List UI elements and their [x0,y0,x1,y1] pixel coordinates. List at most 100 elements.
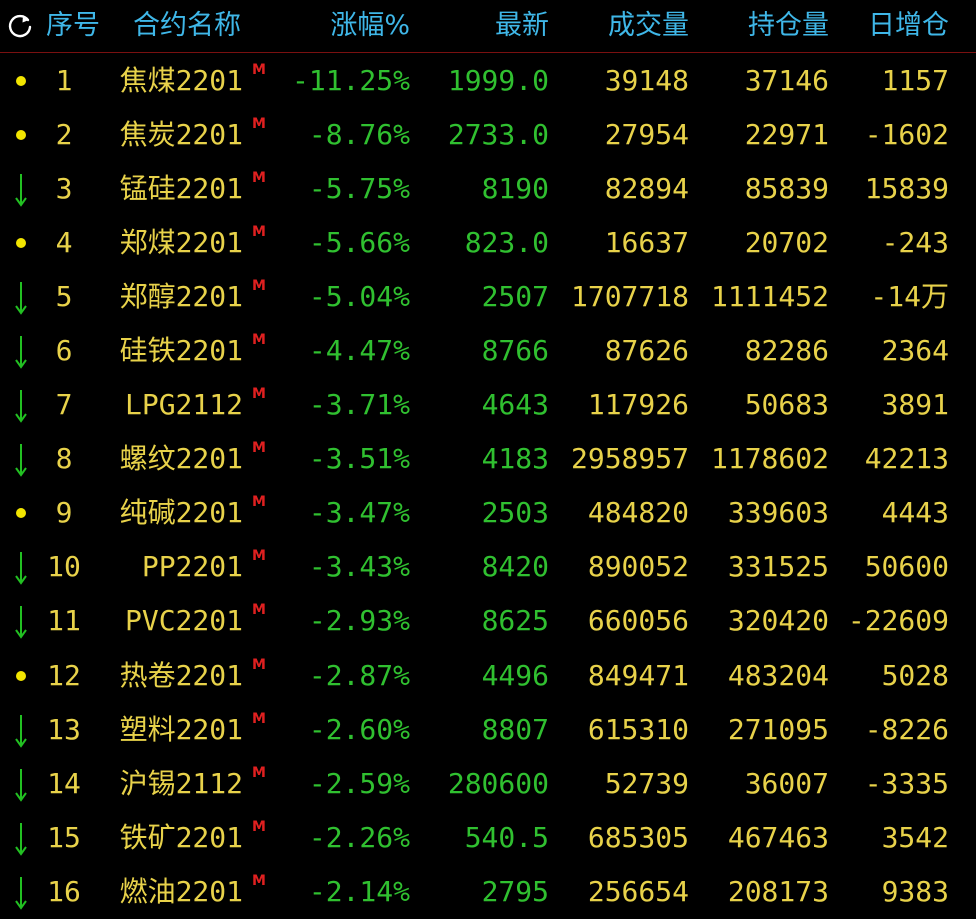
row-seq: 3 [55,172,73,206]
table-header: 序号 合约名称 涨幅% 最新 成交量 持仓量 日增仓 [0,0,976,53]
column-header-name[interactable]: 合约名称 [133,4,241,48]
refresh-icon[interactable] [6,12,34,40]
row-volume: 484820 [587,496,689,530]
row-status-mark [8,594,32,648]
row-open-interest: 22971 [744,118,829,152]
table-row[interactable]: 14 沪锡2112 M -2.59% 280600 52739 36007 -3… [0,757,976,811]
table-row[interactable]: 7 LPG2112 M -3.71% 4643 117926 50683 389… [0,378,976,432]
table-row[interactable]: 15 铁矿2201 M -2.26% 540.5 685305 467463 3… [0,811,976,865]
main-contract-badge: M [252,602,266,619]
table-row[interactable]: 4 郑煤2201 M -5.66% 823.0 16637 20702 -243 [0,216,976,270]
down-arrow-icon [15,444,27,478]
row-volume: 27954 [604,118,689,152]
row-volume: 82894 [604,172,689,206]
row-daily-oi-change: 9383 [881,874,949,908]
row-last-price: 4496 [481,658,549,692]
table-row[interactable]: 3 锰硅2201 M -5.75% 8190 82894 85839 15839 [0,162,976,216]
row-last-price: 8625 [481,604,549,638]
row-open-interest: 82286 [744,334,829,368]
main-contract-badge: M [252,224,266,241]
row-status-mark [8,162,32,216]
main-contract-badge: M [252,710,266,727]
down-arrow-icon [15,552,27,586]
row-last-price: 2733.0 [447,118,549,152]
main-contract-badge: M [252,332,266,349]
column-header-seq[interactable]: 序号 [46,4,100,48]
row-daily-oi-change: 3891 [881,388,949,422]
table-row[interactable]: 1 焦煤2201 M -11.25% 1999.0 39148 37146 11… [0,54,976,108]
column-header-daily-oi-change[interactable]: 日增仓 [868,4,949,48]
table-row[interactable]: 13 塑料2201 M -2.60% 8807 615310 271095 -8… [0,703,976,757]
row-seq: 1 [55,64,73,97]
down-arrow-icon [15,768,27,802]
table-row[interactable]: 9 纯碱2201 M -3.47% 2503 484820 339603 444… [0,486,976,540]
row-seq: 7 [55,388,73,422]
row-daily-oi-change: 4443 [881,496,949,530]
table-row[interactable]: 8 螺纹2201 M -3.51% 4183 2958957 1178602 4… [0,432,976,486]
row-last-price: 4643 [481,388,549,422]
main-contract-badge: M [252,548,266,565]
row-last-price: 2795 [481,874,549,908]
row-last-price: 8420 [481,550,549,584]
row-change-pct: -2.93% [308,604,410,638]
table-row[interactable]: 11 PVC2201 M -2.93% 8625 660056 320420 -… [0,594,976,648]
row-seq: 9 [55,496,73,530]
row-contract-name: 沪锡2112 [119,766,243,800]
row-last-price: 280600 [447,766,549,800]
row-change-pct: -2.14% [308,874,410,908]
row-last-price: 4183 [481,442,549,476]
column-header-open-interest[interactable]: 持仓量 [748,4,829,48]
table-row[interactable]: 2 焦炭2201 M -8.76% 2733.0 27954 22971 -16… [0,108,976,162]
row-contract-name: 纯碱2201 [119,496,243,530]
main-contract-badge: M [252,62,266,78]
down-arrow-icon [15,876,27,910]
main-contract-badge: M [252,764,266,781]
status-dot-icon [16,238,26,249]
column-header-change-pct[interactable]: 涨幅% [330,4,410,48]
row-seq: 8 [55,442,73,476]
row-volume: 256654 [587,874,689,908]
row-volume: 849471 [587,658,689,692]
row-status-mark [8,703,32,757]
row-status-mark [8,216,32,270]
row-volume: 2958957 [570,442,689,476]
row-change-pct: -2.60% [308,712,410,746]
column-header-last[interactable]: 最新 [495,4,549,48]
row-status-mark [8,540,32,594]
row-change-pct: -3.51% [308,442,410,476]
status-dot-icon [16,508,26,519]
status-dot-icon [16,130,26,141]
table-row[interactable]: 6 硅铁2201 M -4.47% 8766 87626 82286 2364 [0,324,976,378]
row-open-interest: 331525 [727,550,829,584]
row-seq: 10 [47,550,81,584]
down-arrow-icon [15,174,27,207]
row-volume: 685305 [587,820,689,854]
row-contract-name: 焦煤2201 [119,64,243,97]
row-open-interest: 1178602 [710,442,829,476]
main-contract-badge: M [252,170,266,187]
table-row[interactable]: 10 PP2201 M -3.43% 8420 890052 331525 50… [0,540,976,594]
row-status-mark [8,324,32,378]
column-header-volume[interactable]: 成交量 [608,4,689,48]
row-seq: 11 [47,604,81,638]
row-change-pct: -4.47% [308,334,410,368]
row-change-pct: -11.25% [291,64,410,97]
row-change-pct: -2.87% [308,658,410,692]
row-change-pct: -5.04% [308,280,410,314]
row-open-interest: 1111452 [710,280,829,314]
table-row[interactable]: 16 燃油2201 M -2.14% 2795 256654 208173 93… [0,865,976,919]
row-daily-oi-change: -14万 [870,280,949,314]
row-contract-name: 锰硅2201 [119,172,243,206]
table-row[interactable]: 12 热卷2201 M -2.87% 4496 849471 483204 50… [0,649,976,703]
row-daily-oi-change: 2364 [881,334,949,368]
main-contract-badge: M [252,440,266,457]
row-volume: 890052 [587,550,689,584]
row-open-interest: 320420 [727,604,829,638]
down-arrow-icon [15,336,27,369]
row-seq: 16 [47,874,81,908]
row-daily-oi-change: 1157 [881,64,949,97]
row-contract-name: 铁矿2201 [119,820,243,854]
row-seq: 12 [47,658,81,692]
main-contract-badge: M [252,818,266,835]
table-row[interactable]: 5 郑醇2201 M -5.04% 2507 1707718 1111452 -… [0,270,976,324]
